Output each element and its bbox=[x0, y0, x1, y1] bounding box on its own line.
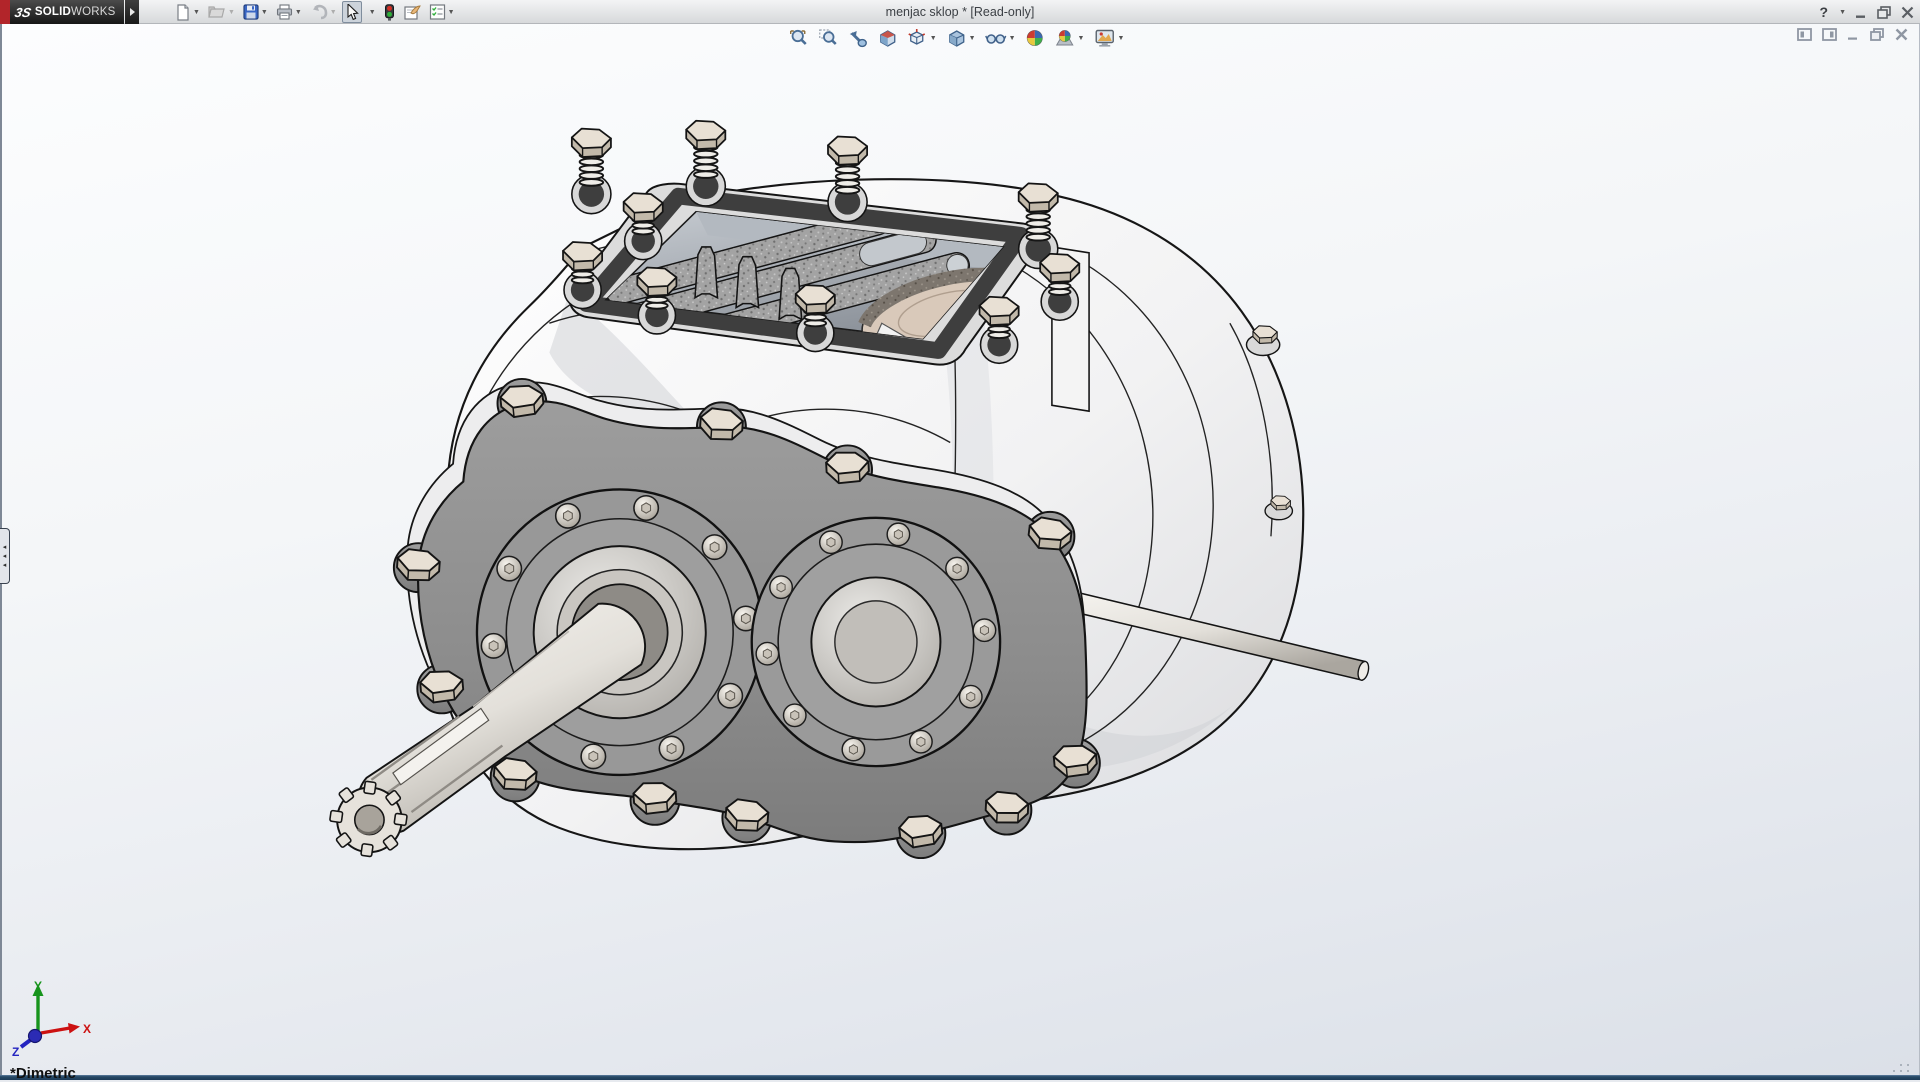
apply-scene-button[interactable]: ▼ bbox=[1051, 26, 1088, 50]
display-style-button[interactable]: ▼ bbox=[943, 26, 979, 50]
pane-toggle-left-icon[interactable] bbox=[1797, 28, 1812, 41]
previous-view-button[interactable] bbox=[844, 26, 871, 50]
resize-grip[interactable] bbox=[1890, 1062, 1916, 1074]
minimize-document-button[interactable] bbox=[1847, 28, 1860, 41]
view-orientation-button[interactable]: ▼ bbox=[904, 26, 940, 50]
view-orientation-icon bbox=[907, 28, 928, 48]
zoom-to-area-icon bbox=[818, 28, 838, 48]
edit-appearance-button[interactable] bbox=[1022, 26, 1048, 50]
previous-view-icon bbox=[847, 28, 868, 48]
window-controls: ? ▼ bbox=[1820, 0, 1915, 24]
restore-document-button[interactable] bbox=[1870, 28, 1885, 41]
triad-x-label: X bbox=[83, 1022, 91, 1036]
section-view-button[interactable] bbox=[874, 26, 901, 50]
pane-arrow-icon: ◂ bbox=[3, 544, 7, 551]
reference-triad: Y X Z bbox=[8, 976, 98, 1062]
zoom-to-fit-icon bbox=[789, 28, 809, 48]
close-button[interactable] bbox=[1901, 6, 1914, 19]
appearance-ball-icon bbox=[1025, 28, 1045, 48]
view-settings-button[interactable]: ▼ bbox=[1090, 26, 1127, 50]
help-dropdown-arrow[interactable]: ▼ bbox=[1839, 9, 1846, 16]
display-style-icon bbox=[946, 28, 967, 48]
feature-pane-handle[interactable]: ◂ ◂ ◂ bbox=[0, 528, 10, 584]
window-title: menjac sklop * [Read-only] bbox=[0, 0, 1920, 24]
triad-y-label: Y bbox=[34, 979, 42, 993]
help-button[interactable]: ? bbox=[1820, 4, 1829, 20]
pane-arrow-icon: ◂ bbox=[3, 562, 7, 569]
pane-toggle-right-icon[interactable] bbox=[1822, 28, 1837, 41]
document-window-controls bbox=[1797, 28, 1908, 41]
minimize-button[interactable] bbox=[1855, 6, 1868, 19]
display-style-dropdown[interactable]: ▼ bbox=[969, 35, 976, 42]
gearbox-3d-model[interactable] bbox=[0, 24, 1920, 1080]
hide-show-items-button[interactable]: ▼ bbox=[982, 26, 1019, 50]
headsup-view-toolbar: ▼ ▼ ▼ bbox=[786, 26, 1128, 50]
view-settings-dropdown[interactable]: ▼ bbox=[1117, 35, 1124, 42]
zoom-to-fit-button[interactable] bbox=[786, 26, 812, 50]
pto-cover-assembly bbox=[752, 518, 1000, 766]
triad-x-arrow bbox=[68, 1023, 80, 1034]
view-settings-icon bbox=[1093, 28, 1115, 48]
hide-show-dropdown[interactable]: ▼ bbox=[1009, 35, 1016, 42]
titlebar: 3S SOLIDWORKS ▼ ▼ ▼ bbox=[0, 0, 1920, 24]
close-document-button[interactable] bbox=[1895, 28, 1908, 41]
triad-origin bbox=[29, 1030, 42, 1043]
eyeglasses-icon bbox=[985, 28, 1007, 48]
view-orientation-label: *Dimetric bbox=[10, 1065, 76, 1082]
zoom-to-area-button[interactable] bbox=[815, 26, 841, 50]
pane-arrow-icon: ◂ bbox=[3, 553, 7, 560]
restore-button[interactable] bbox=[1877, 6, 1892, 19]
spline-end bbox=[330, 781, 408, 857]
apply-scene-icon bbox=[1054, 28, 1076, 48]
section-view-icon bbox=[877, 28, 898, 48]
graphics-viewport[interactable]: ▼ ▼ ▼ bbox=[0, 24, 1920, 1080]
view-orientation-dropdown[interactable]: ▼ bbox=[930, 35, 937, 42]
apply-scene-dropdown[interactable]: ▼ bbox=[1078, 35, 1085, 42]
window-frame-bottom bbox=[0, 1075, 1920, 1080]
triad-z-label: Z bbox=[12, 1045, 19, 1059]
